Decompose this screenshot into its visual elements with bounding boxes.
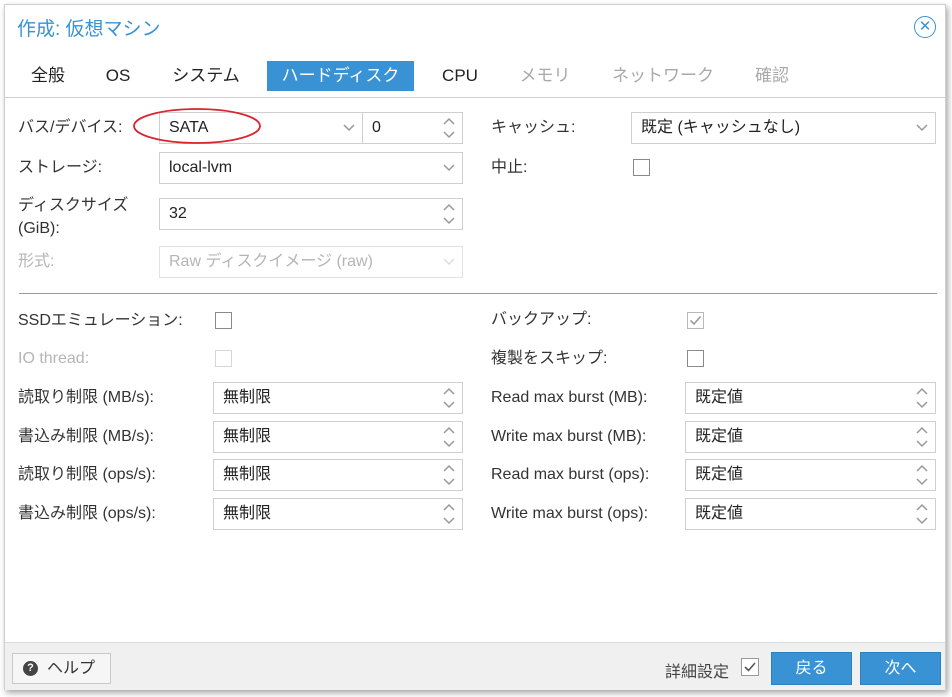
check-icon xyxy=(689,315,702,326)
device-number-spinner[interactable]: 0 xyxy=(362,112,463,144)
read-burst-mb-spinner[interactable]: 既定値 xyxy=(685,382,936,414)
cache-label: キャッシュ: xyxy=(491,119,576,136)
help-button[interactable]: ? ヘルプ xyxy=(12,653,111,684)
write-limit-mbs-value: 無制限 xyxy=(223,428,272,445)
read-burst-mb-value: 既定値 xyxy=(695,389,744,406)
device-value: 0 xyxy=(372,119,381,136)
storage-select[interactable]: local-lvm xyxy=(159,152,463,184)
discard-label: 中止: xyxy=(491,159,528,176)
tab-divider xyxy=(5,97,945,98)
annotation-ellipse xyxy=(133,108,261,144)
format-value: Raw ディスクイメージ (raw) xyxy=(169,253,373,270)
tab-confirm[interactable]: 確認 xyxy=(743,61,801,91)
spinner-icon xyxy=(916,464,928,486)
bus-device-label: バス/デバイス: xyxy=(18,119,123,136)
title-bar: 作成: 仮想マシン ✕ xyxy=(5,5,945,47)
chevron-down-icon xyxy=(343,124,355,132)
dialog-title: 作成: 仮想マシン xyxy=(17,19,161,40)
read-burst-ops-value: 既定値 xyxy=(695,466,744,483)
advanced-separator xyxy=(19,293,937,294)
write-limit-mbs-spinner[interactable]: 無制限 xyxy=(213,421,463,453)
chevron-down-icon xyxy=(443,258,455,266)
backup-label: バックアップ: xyxy=(491,311,592,328)
chevron-down-icon xyxy=(443,164,455,172)
write-burst-ops-label: Write max burst (ops): xyxy=(491,505,649,522)
write-limit-ops-spinner[interactable]: 無制限 xyxy=(213,498,463,530)
read-limit-mbs-label: 読取り制限 (MB/s): xyxy=(18,389,154,406)
dialog-footer: ? ヘルプ 詳細設定 戻る 次へ xyxy=(5,642,945,690)
ssd-emulation-checkbox[interactable] xyxy=(215,312,232,329)
io-thread-label: IO thread: xyxy=(18,350,90,367)
io-thread-checkbox[interactable] xyxy=(215,350,232,367)
spinner-icon xyxy=(443,503,455,525)
write-burst-mb-spinner[interactable]: 既定値 xyxy=(685,421,936,453)
disk-size-label-line1: ディスクサイズ xyxy=(18,197,129,214)
spinner-icon xyxy=(443,387,455,409)
write-limit-mbs-label: 書込み制限 (MB/s): xyxy=(18,428,154,445)
write-burst-mb-value: 既定値 xyxy=(695,428,744,445)
spinner-icon xyxy=(916,503,928,525)
backup-checkbox[interactable] xyxy=(687,312,704,329)
disk-size-label-line2: (GiB): xyxy=(18,220,60,237)
disk-size-spinner[interactable]: 32 xyxy=(159,198,463,230)
advanced-checkbox[interactable] xyxy=(741,658,759,676)
spinner-icon xyxy=(916,426,928,448)
cache-select[interactable]: 既定 (キャッシュなし) xyxy=(631,112,936,144)
read-limit-mbs-value: 無制限 xyxy=(223,389,272,406)
tab-memory[interactable]: メモリ xyxy=(507,61,583,91)
read-burst-ops-label: Read max burst (ops): xyxy=(491,466,650,483)
ssd-emulation-label: SSDエミュレーション: xyxy=(18,312,183,329)
create-vm-dialog: 作成: 仮想マシン ✕ 全般 OS システム ハードディスク CPU メモリ ネ… xyxy=(4,4,946,690)
spinner-icon xyxy=(443,464,455,486)
spinner-icon xyxy=(443,426,455,448)
tab-general[interactable]: 全般 xyxy=(19,61,77,91)
next-button[interactable]: 次へ xyxy=(860,652,941,685)
chevron-down-icon xyxy=(916,124,928,132)
write-limit-ops-value: 無制限 xyxy=(223,505,272,522)
read-limit-mbs-spinner[interactable]: 無制限 xyxy=(213,382,463,414)
cache-value: 既定 (キャッシュなし) xyxy=(641,119,801,136)
spinner-icon xyxy=(443,117,455,139)
spinner-icon xyxy=(443,203,455,225)
storage-label: ストレージ: xyxy=(18,159,103,176)
help-icon: ? xyxy=(23,661,38,676)
read-burst-ops-spinner[interactable]: 既定値 xyxy=(685,459,936,491)
tab-hard-disk[interactable]: ハードディスク xyxy=(267,61,414,91)
disk-size-value: 32 xyxy=(169,205,187,222)
tab-network[interactable]: ネットワーク xyxy=(599,61,727,91)
tab-os[interactable]: OS xyxy=(93,61,143,91)
write-limit-ops-label: 書込み制限 (ops/s): xyxy=(18,505,156,522)
help-button-label: ヘルプ xyxy=(47,660,96,677)
format-select[interactable]: Raw ディスクイメージ (raw) xyxy=(159,246,463,278)
tab-cpu[interactable]: CPU xyxy=(429,61,491,91)
check-icon xyxy=(744,662,756,672)
write-burst-ops-value: 既定値 xyxy=(695,505,744,522)
back-button[interactable]: 戻る xyxy=(771,652,852,685)
discard-checkbox[interactable] xyxy=(633,159,650,176)
format-label: 形式: xyxy=(18,253,55,270)
spinner-icon xyxy=(916,387,928,409)
read-limit-ops-value: 無制限 xyxy=(223,466,272,483)
read-limit-ops-label: 読取り制限 (ops/s): xyxy=(18,466,156,483)
read-burst-mb-label: Read max burst (MB): xyxy=(491,389,648,406)
advanced-label: 詳細設定 xyxy=(665,664,730,681)
read-limit-ops-spinner[interactable]: 無制限 xyxy=(213,459,463,491)
storage-value: local-lvm xyxy=(169,159,233,176)
tab-system[interactable]: システム xyxy=(159,61,253,91)
close-icon[interactable]: ✕ xyxy=(914,16,936,38)
write-burst-mb-label: Write max burst (MB): xyxy=(491,428,647,445)
skip-replication-label: 複製をスキップ: xyxy=(491,350,608,367)
write-burst-ops-spinner[interactable]: 既定値 xyxy=(685,498,936,530)
skip-replication-checkbox[interactable] xyxy=(687,350,704,367)
